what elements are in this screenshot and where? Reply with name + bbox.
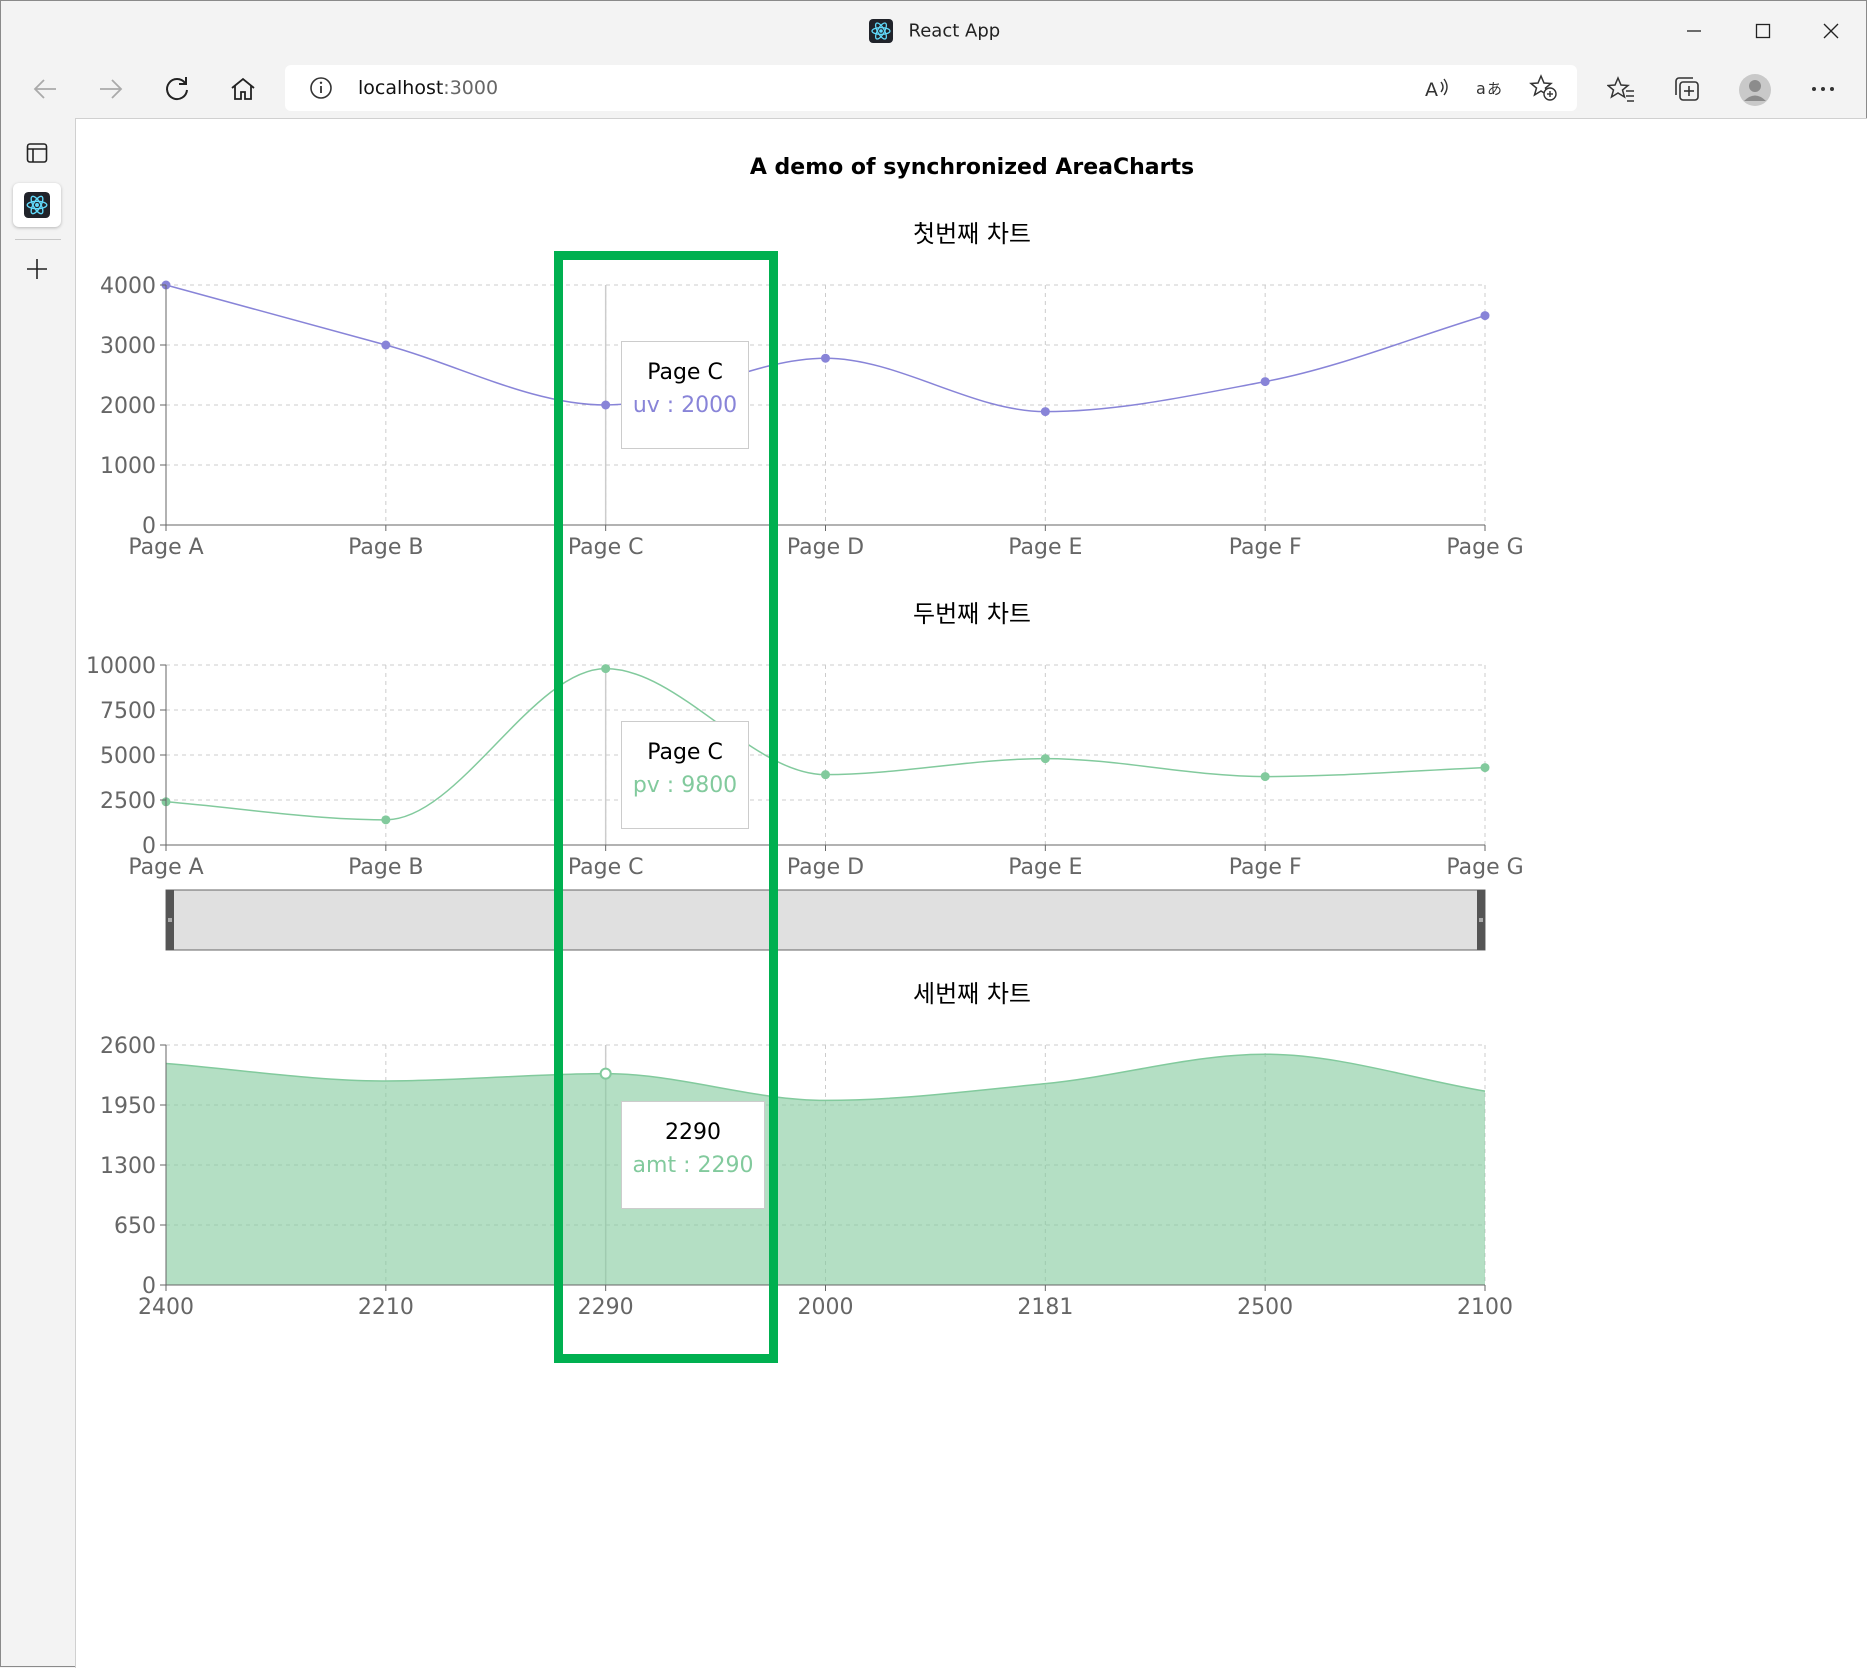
back-button[interactable] <box>25 71 65 107</box>
collections-icon <box>1675 77 1699 101</box>
tab-actions-icon <box>26 143 48 163</box>
collections-button[interactable] <box>1667 71 1707 107</box>
y-tick-label: 1950 <box>100 1094 156 1119</box>
data-point <box>381 340 391 350</box>
plus-icon <box>27 259 47 279</box>
minimize-icon <box>1687 30 1701 32</box>
y-tick-label: 10000 <box>86 654 156 679</box>
refresh-button[interactable] <box>157 71 197 107</box>
x-tick-label: Page A <box>128 535 203 560</box>
x-tick-label: Page B <box>348 535 423 560</box>
avatar-icon <box>1739 74 1771 106</box>
x-tick-label: 2400 <box>138 1295 194 1320</box>
star-add-icon <box>1529 74 1557 101</box>
x-tick-label: Page B <box>348 855 423 880</box>
x-tick-label: Page A <box>128 855 203 880</box>
y-tick-label: 3000 <box>100 334 156 359</box>
data-point <box>1040 407 1050 417</box>
y-tick-label: 1300 <box>100 1154 156 1179</box>
window-title: React App <box>1 19 1867 43</box>
brush-control[interactable] <box>165 889 1486 951</box>
x-tick-label: Page E <box>1008 855 1082 880</box>
react-logo-icon <box>868 19 893 43</box>
data-point <box>1040 754 1050 764</box>
data-point <box>1480 311 1490 321</box>
y-tick-label: 650 <box>114 1214 156 1239</box>
x-tick-label: Page F <box>1229 535 1302 560</box>
read-aloud-button[interactable]: A <box>1420 73 1454 103</box>
x-tick-label: 2181 <box>1017 1295 1073 1320</box>
y-tick-label: 1000 <box>100 454 156 479</box>
close-icon <box>1823 23 1839 39</box>
minimize-button[interactable] <box>1674 15 1714 47</box>
chart-2-plot: 025005000750010000Page A Page B Page C Page… <box>86 654 1524 951</box>
data-point <box>1260 772 1270 782</box>
sidebar-tab-react-app[interactable] <box>13 183 61 227</box>
y-tick-label: 5000 <box>100 744 156 769</box>
add-favorite-button[interactable] <box>1526 73 1560 103</box>
home-button[interactable] <box>223 71 263 107</box>
brush-handle-left[interactable] <box>166 890 174 950</box>
browser-window: React App localhost:3000 A a あ A demo of… <box>0 0 1867 1668</box>
tab-actions-button[interactable] <box>13 131 61 175</box>
browser-sidebar <box>1 117 74 1668</box>
favorites-button[interactable] <box>1601 71 1641 107</box>
favorites-icon <box>1607 76 1634 102</box>
url-port: :3000 <box>443 77 499 99</box>
x-tick-label: Page D <box>787 855 864 880</box>
maximize-button[interactable] <box>1743 15 1783 47</box>
x-tick-label: Page D <box>787 535 864 560</box>
highlight-annotation-box <box>554 251 778 1363</box>
url-host: localhost <box>358 77 444 99</box>
more-dots-icon <box>1812 87 1834 91</box>
x-tick-label: Page F <box>1229 855 1302 880</box>
maximize-icon <box>1755 23 1771 39</box>
address-bar[interactable]: localhost:3000 A aあ <box>285 65 1577 111</box>
x-tick-label: Page G <box>1446 535 1523 560</box>
url-text[interactable]: localhost:3000 <box>358 77 498 99</box>
translate-button[interactable]: aあ <box>1473 73 1507 103</box>
data-point <box>821 770 830 780</box>
home-icon <box>231 77 255 100</box>
react-logo-icon <box>24 192 50 218</box>
read-aloud-icon: A <box>1425 78 1448 100</box>
forward-button[interactable] <box>91 71 131 107</box>
data-point <box>821 353 830 363</box>
window-title-text: React App <box>908 20 1001 42</box>
refresh-icon <box>166 77 188 101</box>
brush-handle-right[interactable] <box>1477 890 1485 950</box>
y-tick-label: 4000 <box>100 274 156 299</box>
brush-track <box>165 889 1486 951</box>
new-tab-button[interactable] <box>13 247 61 291</box>
y-tick-label: 2600 <box>100 1034 156 1059</box>
page-content: A demo of synchronized AreaCharts 첫번째 차트… <box>75 118 1867 1668</box>
translate-icon: aあ <box>1476 79 1502 98</box>
data-point <box>1480 763 1490 773</box>
y-tick-label: 2500 <box>100 789 156 814</box>
x-tick-label: 2500 <box>1237 1295 1293 1320</box>
settings-more-button[interactable] <box>1803 71 1843 107</box>
sidebar-divider <box>15 239 61 240</box>
y-tick-label: 2000 <box>100 394 156 419</box>
svg-text:あ: あ <box>1487 80 1502 98</box>
back-arrow-icon <box>33 79 56 99</box>
svg-text:A: A <box>1425 79 1438 100</box>
x-tick-label: 2000 <box>798 1295 854 1320</box>
profile-button[interactable] <box>1734 69 1776 111</box>
x-tick-label: 2100 <box>1457 1295 1513 1320</box>
close-button[interactable] <box>1811 15 1851 47</box>
chart-3-plot: 06501300195026002400 2210 2290 2000 2181 2500… <box>100 1034 1513 1320</box>
data-point <box>1260 377 1270 387</box>
title-bar: React App <box>1 1 1867 61</box>
x-tick-label: 2210 <box>358 1295 414 1320</box>
svg-text:a: a <box>1476 79 1486 98</box>
y-tick-label: 7500 <box>100 699 156 724</box>
chart-1-plot: 01000200030004000Page A Page B Page C Page … <box>100 274 1524 560</box>
data-point <box>381 815 391 825</box>
x-tick-label: Page G <box>1446 855 1523 880</box>
site-info-icon[interactable] <box>309 76 333 100</box>
x-tick-label: Page E <box>1008 535 1082 560</box>
charts-svg: 01000200030004000Page A Page B Page C Page … <box>86 274 1524 1320</box>
forward-arrow-icon <box>100 79 123 99</box>
